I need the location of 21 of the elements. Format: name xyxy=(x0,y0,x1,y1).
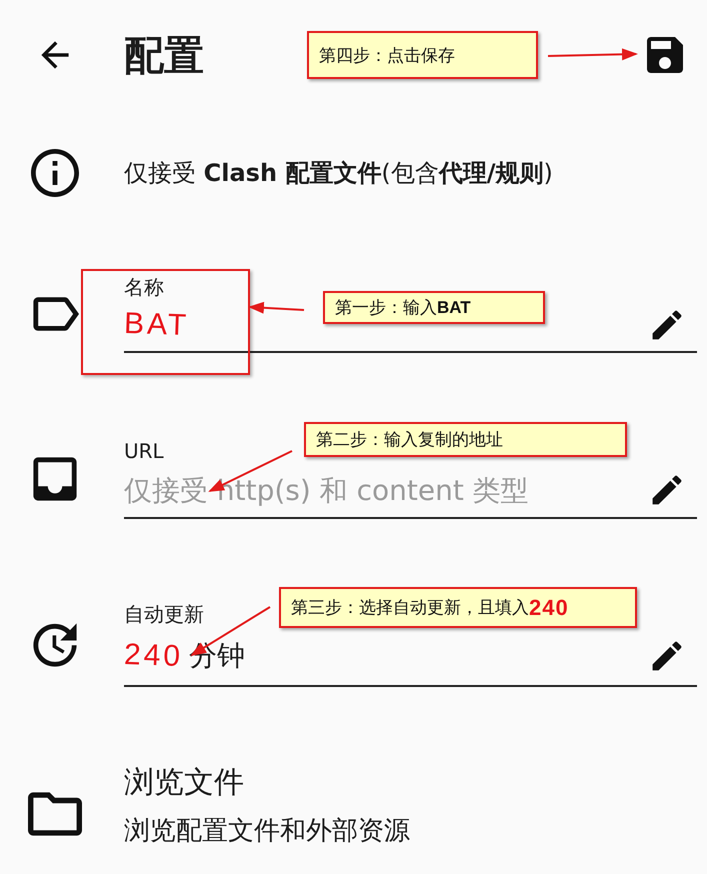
inbox-icon xyxy=(31,455,79,503)
page-title: 配置 xyxy=(124,32,204,80)
field-label: URL xyxy=(124,439,164,463)
item-title: 浏览文件 xyxy=(124,764,244,802)
annotation-callout: 第三步：选择自动更新，且填入240 xyxy=(279,587,637,628)
edit-icon[interactable] xyxy=(651,474,683,506)
input-field[interactable]: 仅接受 http(s) 和 content 类型 xyxy=(124,463,697,519)
field-label: 名称 xyxy=(124,275,164,299)
save-button[interactable] xyxy=(645,35,685,75)
edit-icon[interactable] xyxy=(651,640,683,672)
info-text: 仅接受 Clash 配置文件(包含代理/规则) xyxy=(124,158,553,188)
annotation-callout: 第四步：点击保存 xyxy=(307,31,538,79)
save-icon xyxy=(645,35,685,75)
annotation-callout: 第一步：输入BAT xyxy=(323,291,545,324)
annotation-callout: 第二步：输入复制的地址 xyxy=(304,422,627,457)
item-subtitle: 浏览配置文件和外部资源 xyxy=(124,815,410,848)
edit-icon[interactable] xyxy=(651,309,683,341)
field-label: 自动更新 xyxy=(124,602,204,626)
browse-files-item[interactable]: 浏览文件 浏览配置文件和外部资源 xyxy=(124,763,410,851)
info-icon xyxy=(31,148,79,196)
arrow xyxy=(248,302,304,314)
